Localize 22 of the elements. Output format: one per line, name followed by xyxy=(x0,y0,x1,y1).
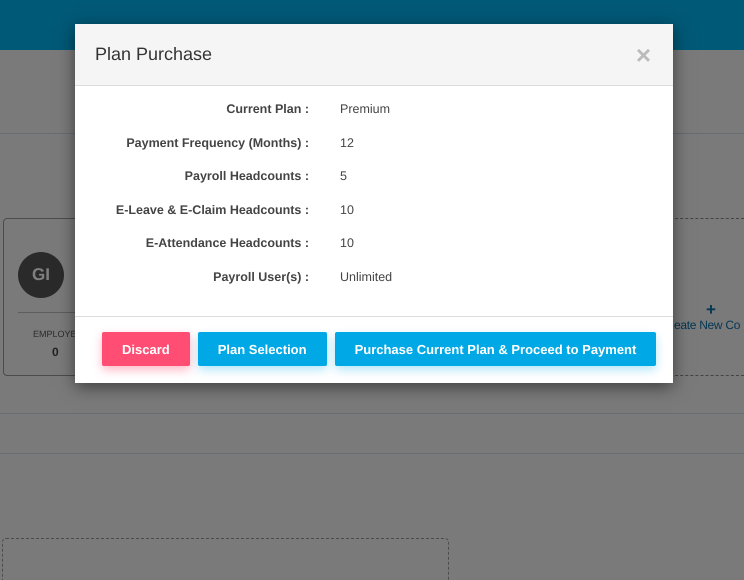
modal-title: Plan Purchase xyxy=(95,44,212,65)
field-value: 12 xyxy=(340,136,354,150)
field-value: Unlimited xyxy=(340,270,392,284)
action-button[interactable]: Plan Selection xyxy=(198,332,327,366)
field-value: 10 xyxy=(340,202,354,217)
avatar: GI xyxy=(18,252,64,298)
employee-label: EMPLOYE xyxy=(33,329,77,339)
close-button[interactable]: × xyxy=(636,44,651,64)
field-label: E-Leave & E-Claim Headcounts : xyxy=(114,202,309,217)
field-value: 5 xyxy=(340,169,347,184)
plus-icon: + xyxy=(706,302,716,318)
employee-count: 0 xyxy=(52,345,59,359)
action-button[interactable]: Discard xyxy=(102,332,190,366)
action-button[interactable]: Purchase Current Plan & Proceed to Payment xyxy=(334,332,656,366)
field-label: Current Plan : xyxy=(225,102,309,116)
field-value: Premium xyxy=(340,102,390,116)
field-label: E-Attendance Headcounts : xyxy=(144,236,309,250)
field-value: 10 xyxy=(340,236,354,250)
field-label: Payroll User(s) : xyxy=(212,270,309,284)
field-label: Payment Frequency (Months) : xyxy=(125,136,309,150)
create-label: eate New Co xyxy=(674,318,740,332)
field-label: Payroll Headcounts : xyxy=(184,169,309,184)
